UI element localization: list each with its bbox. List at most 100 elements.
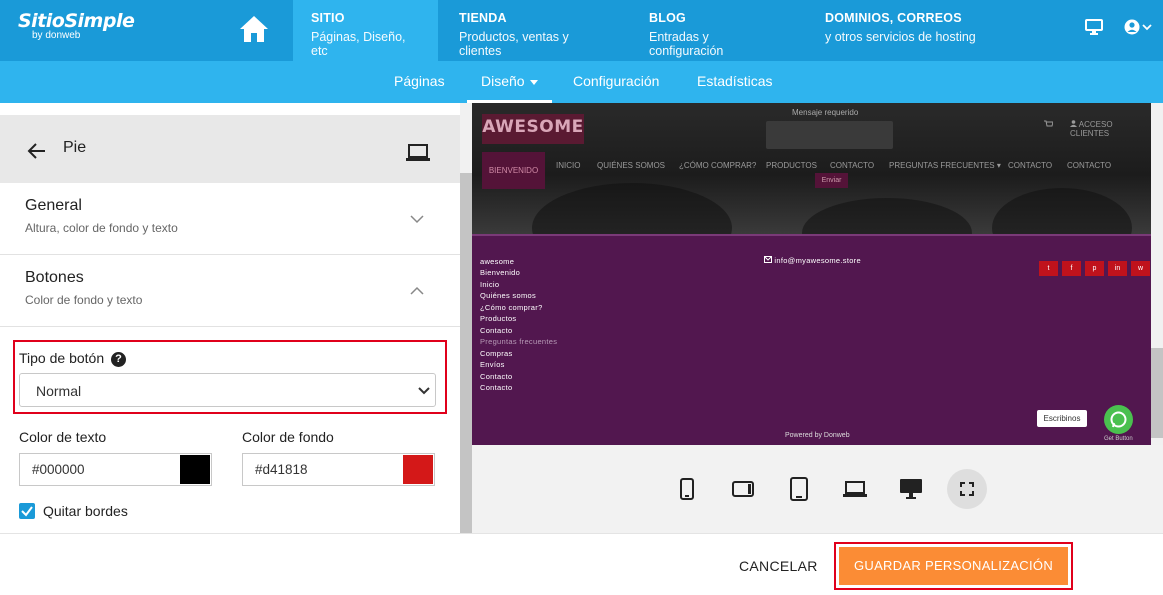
footer-email-text: info@myawesome.store: [774, 256, 861, 265]
nav-sitio[interactable]: SITIO Páginas, Diseño, etc: [293, 0, 438, 61]
twitter-icon: t: [1039, 261, 1058, 276]
laptop-icon[interactable]: [406, 144, 430, 167]
footer-link: Contacto: [480, 372, 513, 381]
footer-link: Preguntas frecuentes: [480, 337, 558, 346]
footer-link: Inicio: [480, 280, 500, 289]
fullscreen-icon[interactable]: [947, 469, 987, 509]
user-icon: [1070, 120, 1077, 127]
preview-message-label: Mensaje requerido: [792, 108, 859, 117]
footer-link: awesome: [480, 257, 515, 266]
nav-blog-title: BLOG: [649, 11, 686, 25]
envelope-icon: [764, 256, 772, 263]
footer-link: Quiénes somos: [480, 291, 537, 300]
text-color-label: Color de texto: [19, 429, 107, 445]
linkedin-icon: in: [1108, 261, 1127, 276]
preview-menu-item-dropdown: PREGUNTAS FRECUENTES ▾: [889, 161, 1001, 170]
mobile-landscape-icon[interactable]: [723, 469, 763, 509]
whatsapp-icon: [1104, 405, 1133, 434]
section-general-subtitle: Altura, color de fondo y texto: [25, 221, 178, 235]
footer-link: Productos: [480, 314, 517, 323]
panel-scrollbar-thumb[interactable]: [460, 173, 472, 533]
preview-send-button: Enviar: [815, 173, 848, 188]
caret-down-icon: ▾: [996, 161, 1001, 170]
footer-link: ¿Cómo comprar?: [480, 303, 543, 312]
bg-color-label: Color de fondo: [242, 429, 334, 445]
preview-header: AWESOME Mensaje requerido ACCESO CLIENTE…: [472, 103, 1151, 273]
nav-tienda[interactable]: TIENDA Productos, ventas y clientes: [441, 0, 626, 61]
footer-link: Bienvenido: [480, 268, 521, 277]
panel-title: Pie: [63, 139, 87, 156]
nav-tienda-title: TIENDA: [459, 11, 507, 25]
sitiosimple-logo[interactable]: SitioSimple by donweb: [18, 10, 135, 50]
monitor-icon[interactable]: [1085, 18, 1103, 41]
mobile-portrait-icon[interactable]: [667, 469, 707, 509]
subnav-diseno-label: Diseño: [481, 73, 525, 89]
section-botones[interactable]: Botones Color de fondo y texto: [0, 255, 460, 327]
chevron-down-icon: [410, 211, 424, 229]
whatsapp-label: Escribinos: [1037, 410, 1087, 427]
subnav-estadisticas[interactable]: Estadísticas: [697, 61, 772, 103]
preview-search-box: [766, 121, 893, 149]
section-general-title: General: [25, 197, 82, 214]
panel-scrollbar[interactable]: [460, 103, 472, 533]
save-customization-button[interactable]: GUARDAR PERSONALIZACIÓN: [839, 547, 1068, 585]
cancel-button[interactable]: CANCELAR: [739, 558, 818, 574]
back-arrow-icon[interactable]: [27, 141, 47, 166]
button-type-label-text: Tipo de botón: [19, 350, 105, 366]
preview-menu-item: BIENVENIDO: [482, 152, 545, 189]
remove-borders-label: Quitar bordes: [43, 503, 128, 519]
footer-link: Envíos: [480, 360, 505, 369]
preview-scrollbar-thumb[interactable]: [1151, 348, 1163, 438]
section-general[interactable]: General Altura, color de fondo y texto: [0, 183, 460, 255]
preview-footer: awesome Bienvenido Inicio Quiénes somos …: [472, 234, 1151, 445]
select-chevron-icon: [418, 387, 430, 395]
laptop-view-icon[interactable]: [835, 469, 875, 509]
bg-color-value: #d41818: [255, 462, 308, 477]
get-button-label: Get Button: [1104, 436, 1133, 442]
button-type-value: Normal: [36, 383, 82, 399]
section-botones-title: Botones: [25, 269, 84, 286]
chevron-up-icon: [410, 283, 424, 301]
text-color-value: #000000: [32, 462, 85, 477]
button-type-select[interactable]: Normal: [19, 373, 436, 407]
whatsapp-small-icon: w: [1131, 261, 1150, 276]
preview-menu-item: QUIÉNES SOMOS: [597, 161, 666, 170]
powered-by: Powered by Donweb: [785, 432, 850, 439]
preview-logo: AWESOME: [482, 114, 584, 144]
caret-down-icon: [529, 79, 538, 85]
preview-menu-item-label: PREGUNTAS FRECUENTES: [889, 161, 995, 170]
nav-sitio-title: SITIO: [311, 11, 345, 25]
footer-email: info@myawesome.store: [764, 256, 861, 265]
remove-borders-checkbox[interactable]: [19, 503, 35, 519]
nav-sitio-subtitle: Páginas, Diseño, etc: [311, 30, 406, 58]
text-color-swatch[interactable]: [180, 455, 210, 484]
help-icon[interactable]: ?: [111, 351, 126, 367]
logo-text: SitioSimple: [18, 10, 135, 32]
preview-account: ACCESO CLIENTES: [1070, 120, 1151, 138]
preview-account-label: ACCESO CLIENTES: [1070, 120, 1113, 138]
nav-blog-subtitle: Entradas y configuración: [649, 30, 724, 58]
bg-color-swatch[interactable]: [403, 455, 433, 484]
nav-dominios-title: DOMINIOS, CORREOS: [825, 11, 962, 25]
home-icon[interactable]: [237, 12, 271, 46]
subnav-paginas[interactable]: Páginas: [394, 61, 445, 103]
sub-navbar: Páginas Diseño Configuración Estadística…: [0, 61, 1163, 103]
section-botones-subtitle: Color de fondo y texto: [25, 293, 143, 307]
facebook-icon: f: [1062, 261, 1081, 276]
footer-link: Compras: [480, 349, 513, 358]
subnav-diseno[interactable]: Diseño: [467, 61, 552, 103]
check-icon: [21, 506, 33, 517]
preview-menu-item: CONTACTO: [1067, 161, 1112, 170]
cart-icon: [1044, 120, 1054, 130]
user-account-icon[interactable]: [1124, 18, 1152, 41]
desktop-view-icon[interactable]: [891, 469, 931, 509]
nav-dominios[interactable]: DOMINIOS, CORREOS y otros servicios de h…: [807, 0, 997, 61]
tablet-icon[interactable]: [779, 469, 819, 509]
preview-menu-item: PRODUCTOS: [766, 161, 817, 170]
site-preview-area: AWESOME Mensaje requerido ACCESO CLIENTE…: [472, 103, 1163, 533]
nav-blog[interactable]: BLOG Entradas y configuración: [631, 0, 801, 61]
preview-scrollbar[interactable]: [1151, 103, 1163, 445]
subnav-configuracion[interactable]: Configuración: [573, 61, 659, 103]
preview-menu-item: ¿CÓMO COMPRAR?: [679, 161, 757, 170]
panel-header: Pie: [0, 115, 460, 183]
